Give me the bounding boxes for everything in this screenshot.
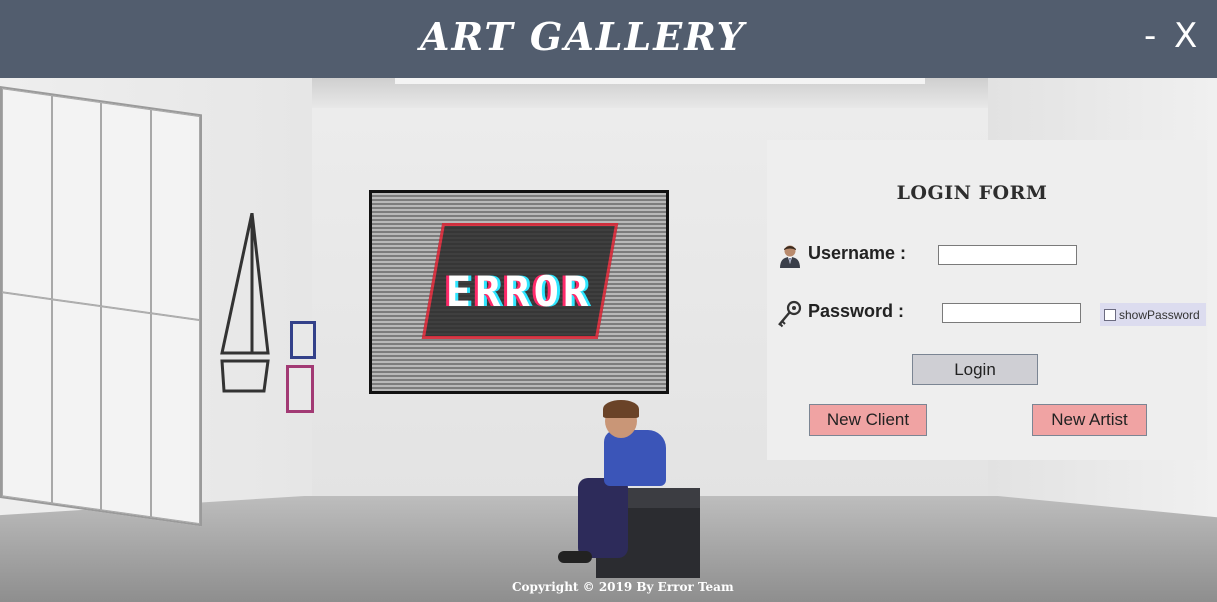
small-frame-pink <box>286 365 314 413</box>
show-password-checkbox[interactable]: showPassword <box>1100 303 1206 326</box>
login-button[interactable]: Login <box>912 354 1038 385</box>
painting-text: ERROR <box>445 267 593 316</box>
key-icon <box>778 300 802 328</box>
minimize-button[interactable]: - <box>1144 16 1156 56</box>
grid-artwork <box>0 86 202 527</box>
login-panel: LOGIN FORM Username : Password : showPas… <box>767 140 1207 460</box>
close-button[interactable]: X <box>1174 16 1197 56</box>
child-torso <box>604 430 666 486</box>
copyright-text: Copyright © 2019 By Error Team <box>512 580 734 594</box>
error-painting: ERROR <box>369 190 669 394</box>
app-title: ART GALLERY <box>420 14 746 59</box>
show-password-label: showPassword <box>1119 307 1200 322</box>
new-client-button[interactable]: New Client <box>809 404 927 436</box>
checkbox-box[interactable] <box>1104 308 1116 321</box>
child-hair <box>603 400 639 418</box>
small-frame-blue <box>290 321 316 359</box>
user-icon <box>780 245 800 268</box>
password-input[interactable] <box>942 303 1081 323</box>
child-shoe <box>558 551 592 563</box>
username-input[interactable] <box>938 245 1077 265</box>
child-legs <box>578 478 628 558</box>
password-label: Password : <box>808 301 905 321</box>
login-title: LOGIN FORM <box>896 182 1048 204</box>
ceiling-light <box>395 78 925 84</box>
new-artist-button[interactable]: New Artist <box>1032 404 1147 436</box>
title-bar: ART GALLERY - X <box>0 0 1217 78</box>
username-label: Username : <box>808 243 907 263</box>
sailboat-sculpture <box>220 213 270 393</box>
